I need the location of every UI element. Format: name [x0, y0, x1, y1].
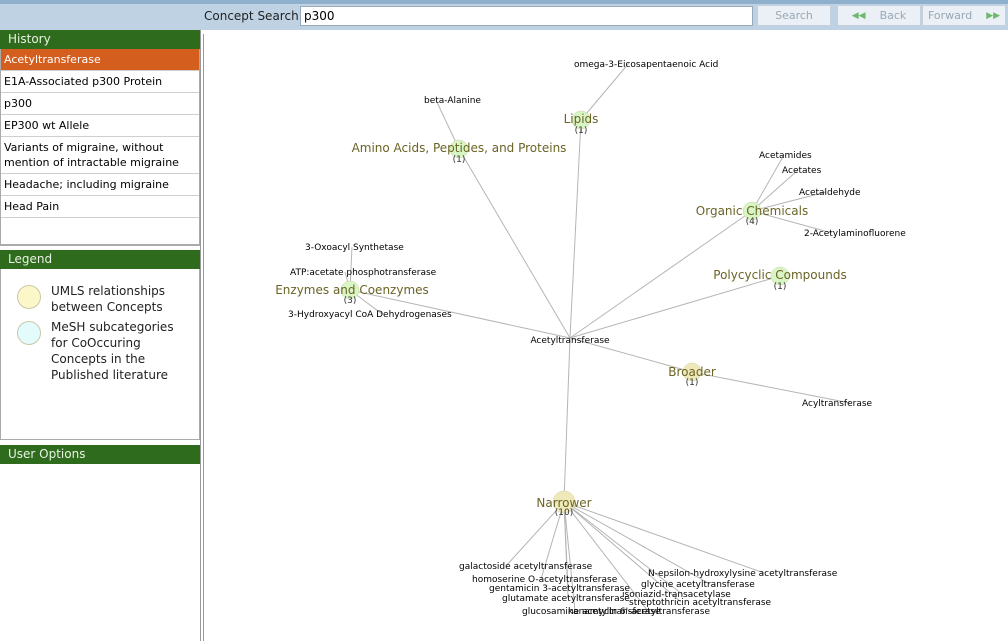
forward-arrow-icon: ▶▶ — [986, 10, 1001, 21]
category-count: (1) — [453, 155, 466, 165]
legend-body: UMLS relationships between Concepts MeSH… — [0, 269, 200, 440]
graph-edge — [458, 148, 571, 339]
back-button-label: Back — [879, 9, 907, 22]
leaf-concept-label[interactable]: Acetates — [782, 166, 822, 176]
legend-text-mesh: MeSH subcategories for CoOccuring Concep… — [51, 320, 174, 382]
leaf-concept-label[interactable]: beta-Alanine — [424, 96, 481, 106]
history-item[interactable]: Variants of migraine, without mention of… — [1, 137, 199, 174]
leaf-concept-label[interactable]: isoniazid-transacetylase — [622, 590, 731, 600]
top-toolbar: Concept Search: Search ◀◀ Back Forward ▶… — [0, 0, 1008, 30]
back-button[interactable]: ◀◀ Back — [837, 5, 921, 26]
leaf-concept-label[interactable]: galactoside acetyltransferase — [459, 562, 593, 572]
category-label[interactable]: Lipids — [564, 112, 599, 126]
history-item[interactable]: E1A-Associated p300 Protein — [1, 71, 199, 93]
history-item[interactable]: Head Pain — [1, 196, 199, 218]
history-item[interactable]: EP300 wt Allele — [1, 115, 199, 137]
leaf-concept-label[interactable]: 3-Oxoacyl Synthetase — [305, 243, 404, 253]
category-label[interactable]: Amino Acids, Peptides, and Proteins — [352, 141, 567, 155]
leaf-concept-label[interactable]: kanamycin 6'-acetyltransferase — [568, 607, 710, 617]
mesh-legend-circle-icon — [17, 321, 41, 345]
leaf-concept-label[interactable]: 2-Acetylaminofluorene — [804, 229, 906, 239]
top-band — [0, 0, 1008, 4]
graph-labels: Lipids(1)omega-3-Eicosapentaenoic AcidAm… — [275, 60, 906, 617]
category-count: (10) — [555, 508, 573, 518]
leaf-concept-label[interactable]: omega-3-Eicosapentaenoic Acid — [574, 60, 718, 70]
leaf-concept-label[interactable]: glutamate acetyltransferase — [502, 594, 630, 604]
graph-edge — [563, 501, 765, 574]
history-item[interactable]: Headache; including migraine — [1, 174, 199, 196]
leaf-concept-label[interactable]: 3-Hydroxyacyl CoA Dehydrogenases — [288, 310, 452, 320]
forward-button-label: Forward — [927, 9, 973, 22]
category-count: (4) — [746, 217, 759, 227]
category-count: (3) — [344, 296, 357, 306]
graph-edge — [751, 154, 785, 212]
forward-button[interactable]: Forward ▶▶ — [922, 5, 1006, 26]
history-item[interactable]: p300 — [1, 93, 199, 115]
concept-search-label: Concept Search: — [204, 9, 303, 23]
history-empty-row — [1, 218, 199, 245]
category-label[interactable]: Broader — [668, 365, 716, 379]
graph-edge — [569, 275, 781, 339]
center-concept-label[interactable]: Acetyltransferase — [530, 336, 610, 346]
category-count: (1) — [575, 126, 588, 136]
leaf-concept-label[interactable]: Acyltransferase — [802, 399, 873, 409]
history-header: History — [0, 30, 200, 49]
user-options-panel: User Options — [0, 445, 200, 464]
sidebar: History Acetyltransferase E1A-Associated… — [0, 30, 201, 641]
search-button[interactable]: Search — [757, 5, 831, 26]
back-arrow-icon: ◀◀ — [851, 10, 866, 21]
legend-item-mesh: MeSH subcategories for CoOccuring Concep… — [17, 319, 191, 383]
search-button-label: Search — [775, 9, 813, 22]
graph-edge — [563, 337, 571, 503]
category-count: (1) — [686, 378, 699, 388]
leaf-concept-label[interactable]: N-epsilon-hydroxylysine acetyltransferas… — [648, 569, 838, 579]
concept-graph-svg[interactable]: Lipids(1)omega-3-Eicosapentaenoic AcidAm… — [204, 34, 1007, 641]
legend-panel: Legend UMLS relationships between Concep… — [0, 250, 200, 440]
leaf-concept-label[interactable]: Acetaldehyde — [799, 188, 861, 198]
category-label[interactable]: Polycyclic Compounds — [713, 268, 846, 282]
history-item[interactable]: Acetyltransferase — [1, 49, 199, 71]
leaf-concept-label[interactable]: ATP:acetate phosphotransferase — [290, 268, 437, 278]
user-options-header[interactable]: User Options — [0, 445, 200, 464]
legend-item-umls: UMLS relationships between Concepts — [17, 283, 171, 315]
leaf-concept-label[interactable]: glycine acetyltransferase — [641, 580, 755, 590]
legend-header: Legend — [0, 250, 200, 269]
graph-edge — [569, 119, 582, 339]
umls-legend-circle-icon — [17, 285, 41, 309]
category-label[interactable]: Organic Chemicals — [696, 204, 808, 218]
history-list: Acetyltransferase E1A-Associated p300 Pr… — [0, 49, 200, 246]
leaf-concept-label[interactable]: Acetamides — [759, 151, 812, 161]
legend-text-umls: UMLS relationships between Concepts — [51, 284, 166, 314]
category-count: (1) — [774, 282, 787, 292]
category-label[interactable]: Enzymes and Coenzymes — [275, 283, 429, 297]
concept-search-input[interactable] — [300, 6, 753, 26]
leaf-concept-label[interactable]: gentamicin 3-acetyltransferase — [489, 584, 630, 594]
concept-graph[interactable]: Lipids (1) omega-3-Eicosapentaenoic Acid Am… — [203, 34, 1008, 641]
